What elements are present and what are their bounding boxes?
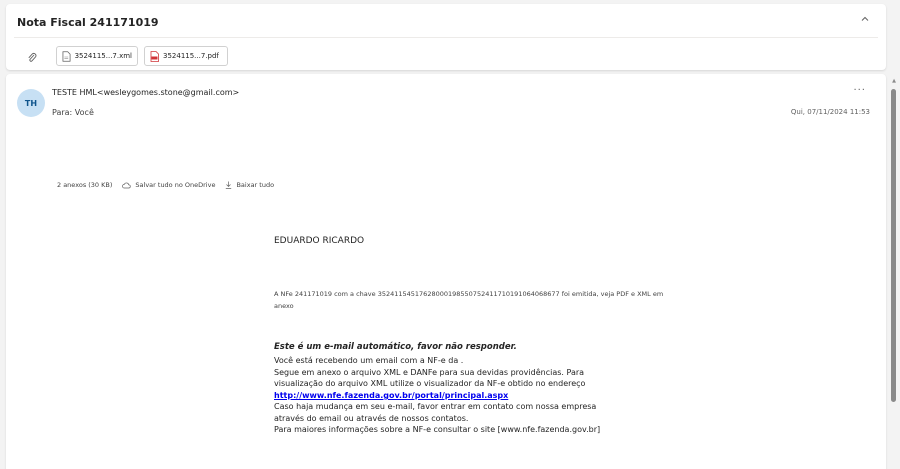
email-subject: Nota Fiscal 241171019 <box>17 16 159 29</box>
body-line: através do email ou através de nossos co… <box>274 414 469 423</box>
download-all-label: Baixar tudo <box>236 181 275 189</box>
attachment-chip-pdf[interactable]: 3524115...7.pdf <box>144 46 228 66</box>
cloud-icon <box>122 182 131 188</box>
attachments-count: 2 anexos (30 KB) <box>57 181 113 189</box>
greeting: EDUARDO RICARDO <box>274 236 365 246</box>
recipient-line: Para: Você <box>52 108 94 117</box>
save-to-onedrive-button[interactable]: Salvar tudo no OneDrive <box>122 181 215 189</box>
download-icon <box>226 181 232 189</box>
nfe-portal-link[interactable]: http://www.nfe.fazenda.gov.br/portal/pri… <box>274 390 694 402</box>
avatar[interactable]: TH <box>17 89 45 117</box>
attachment-name: 3524115...7.xml <box>74 52 132 60</box>
body-line: Segue em anexo o arquivo XML e DANFe par… <box>274 368 585 377</box>
pdf-file-icon <box>150 50 159 62</box>
nfe-note: A NFe 241171019 com a chave 352411545176… <box>274 290 664 310</box>
thread-summary-card: Nota Fiscal 241171019 3524115...7.xml 35… <box>6 4 886 70</box>
attachment-chip-xml[interactable]: 3524115...7.xml <box>56 46 138 66</box>
scrollbar-thumb[interactable] <box>891 89 896 402</box>
sender-address[interactable]: TESTE HML<wesleygomes.stone@gmail.com> <box>52 88 239 97</box>
auto-notice: Este é um e-mail automático, favor não r… <box>274 342 517 352</box>
body-line: Caso haja mudança em seu e-mail, favor e… <box>274 402 597 411</box>
xml-file-icon <box>62 50 71 62</box>
body-line: Você está recebendo um email com a NF-e … <box>274 356 464 365</box>
summary-divider <box>14 37 878 38</box>
paperclip-icon[interactable] <box>27 49 37 62</box>
save-to-onedrive-label: Salvar tudo no OneDrive <box>135 181 216 189</box>
body-line: visualização do arquivo XML utilize o vi… <box>274 379 586 388</box>
download-all-button[interactable]: Baixar tudo <box>225 181 274 189</box>
attachment-name: 3524115...7.pdf <box>163 52 219 60</box>
collapse-chevron-icon[interactable] <box>858 14 872 28</box>
attachments-bar: 2 anexos (30 KB) Salvar tudo no OneDrive… <box>57 181 274 189</box>
more-actions-icon[interactable]: ··· <box>853 85 866 96</box>
message-date: Qui, 07/11/2024 11:53 <box>790 108 870 116</box>
scroll-up-icon[interactable]: ▲ <box>891 78 897 84</box>
body-line: Para maiores informações sobre a NF-e co… <box>274 425 601 434</box>
email-message: TH TESTE HML<wesleygomes.stone@gmail.com… <box>6 74 886 469</box>
